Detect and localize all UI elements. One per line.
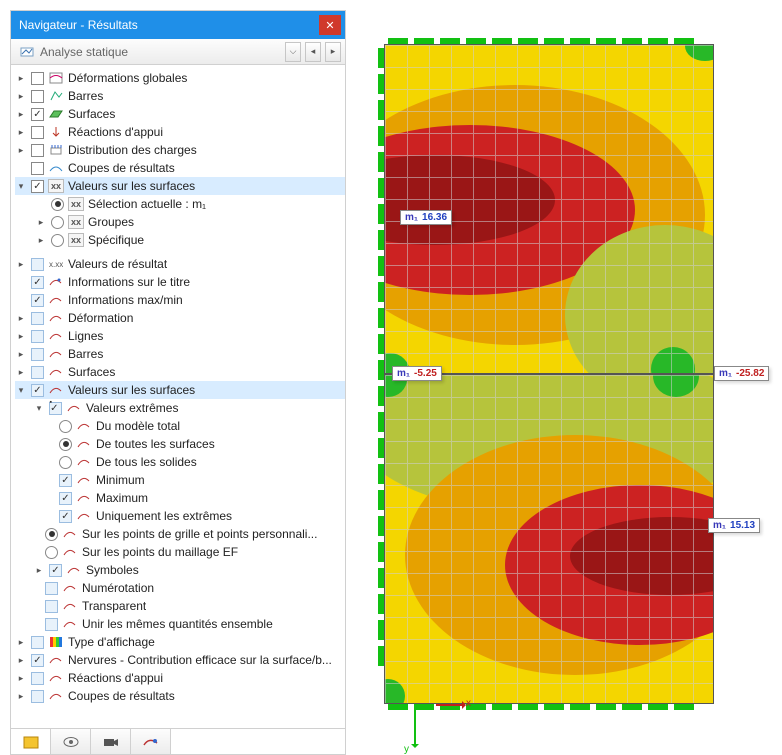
tree-item-vs2[interactable]: ▾✓Valeurs sur les surfaces	[15, 381, 345, 399]
tree-item-surfaces[interactable]: ▸✓ Surfaces	[15, 105, 345, 123]
tree-item-groupes[interactable]: ▸ xx Groupes	[15, 213, 345, 231]
surfaces-icon	[48, 107, 64, 121]
section-icon	[48, 161, 64, 175]
bottom-tabs	[11, 728, 345, 754]
collapse-icon[interactable]: ▾	[15, 181, 27, 192]
value-tag-bot: m₁ 15.13	[708, 518, 760, 533]
tree-item-result-sections[interactable]: Coupes de résultats	[15, 159, 345, 177]
tree-item[interactable]: De toutes les surfaces	[15, 435, 345, 453]
dropdown-icon	[20, 45, 34, 59]
camera-icon	[103, 736, 119, 748]
surface-1	[384, 44, 714, 374]
svg-text:x.xx: x.xx	[49, 260, 63, 269]
tree-item-specifique[interactable]: ▸ xx Spécifique	[15, 231, 345, 249]
tree-item[interactable]: ▸✓Nervures - Contribution efficace sur l…	[15, 651, 345, 669]
radio[interactable]	[51, 198, 64, 211]
expand-icon[interactable]: ▸	[15, 73, 27, 84]
tree-item[interactable]: ▸Lignes	[15, 327, 345, 345]
tree-item[interactable]: Sur les points de grille et points perso…	[15, 525, 345, 543]
tree-item[interactable]: ▸x.xxValeurs de résultat	[15, 255, 345, 273]
results-icon	[143, 736, 159, 748]
tree-item-load-distribution[interactable]: ▸ Distribution des charges	[15, 141, 345, 159]
value-tag-mid-left: m₁ -5.25	[392, 366, 442, 381]
titlebar: Navigateur - Résultats ✕	[11, 11, 345, 39]
axis-x	[436, 704, 464, 706]
tree-item[interactable]: Du modèle total	[15, 417, 345, 435]
reactions-icon	[48, 125, 64, 139]
tab-camera[interactable]	[91, 729, 131, 754]
tree-item[interactable]: ✓Informations max/min	[15, 291, 345, 309]
info-icon	[48, 275, 64, 289]
tab-results[interactable]	[131, 729, 171, 754]
load-dist-icon	[48, 143, 64, 157]
tree-item[interactable]: Transparent	[15, 597, 345, 615]
tree-item-barres[interactable]: ▸ Barres	[15, 87, 345, 105]
navigator-panel: Navigateur - Résultats ✕ Analyse statiqu…	[10, 10, 346, 755]
color-scale-icon	[48, 635, 64, 649]
results-tree[interactable]: ▸ Déformations globales ▸ Barres ▸✓ Surf…	[11, 65, 345, 728]
bars-icon	[48, 89, 64, 103]
tree-item-extremes[interactable]: ▾✓▪Valeurs extrêmes	[15, 399, 345, 417]
next-button[interactable]: ▸	[325, 42, 341, 62]
mode-label: Analyse statique	[40, 45, 128, 59]
tree-item[interactable]: ▸Coupes de résultats	[15, 687, 345, 705]
tree-item[interactable]: ▸Réactions d'appui	[15, 669, 345, 687]
tab-project[interactable]	[11, 729, 51, 754]
tree-item[interactable]: ✓Informations sur le titre	[15, 273, 345, 291]
value-tag-mid-right: m₁ -25.82	[714, 366, 769, 381]
tree-item[interactable]: ▸Type d'affichage	[15, 633, 345, 651]
tree-item[interactable]: ✓Minimum	[15, 471, 345, 489]
tree-item[interactable]: ▸✓Symboles	[15, 561, 345, 579]
tree-item[interactable]: ▸Barres	[15, 345, 345, 363]
tree-item-reactions[interactable]: ▸ Réactions d'appui	[15, 123, 345, 141]
dropdown-toggle[interactable]: ⌵	[285, 42, 301, 62]
tree-item[interactable]: De tous les solides	[15, 453, 345, 471]
surface-2	[384, 374, 714, 704]
tree-item[interactable]: ✓Maximum	[15, 489, 345, 507]
tree-item[interactable]: Unir les mêmes quantités ensemble	[15, 615, 345, 633]
axis-x-label: x	[466, 698, 471, 709]
model-canvas[interactable]: m₁ 16.36 m₁ -5.25 m₁ -25.82 m₁ 15.13 x y	[384, 44, 714, 714]
tree-item[interactable]: ✓Uniquement les extrêmes	[15, 507, 345, 525]
xx-icon: xx	[48, 179, 64, 193]
tree-item[interactable]: ▸Déformation	[15, 309, 345, 327]
value-tag-top: m₁ 16.36	[400, 210, 452, 225]
prev-button[interactable]: ◂	[305, 42, 321, 62]
eye-icon	[63, 736, 79, 748]
toolbar: Analyse statique ⌵ ◂ ▸	[11, 39, 345, 65]
tree-item[interactable]: Sur les points du maillage EF	[15, 543, 345, 561]
analysis-mode-dropdown[interactable]: Analyse statique	[15, 42, 281, 62]
tree-item[interactable]: ▸Surfaces	[15, 363, 345, 381]
axis-y	[414, 710, 416, 746]
deformation-icon	[48, 71, 64, 85]
tree-item-deformations[interactable]: ▸ Déformations globales	[15, 69, 345, 87]
tree-item-selection[interactable]: xx Sélection actuelle : m₁	[15, 195, 345, 213]
values-icon: x.xx	[48, 257, 64, 271]
window-title: Navigateur - Résultats	[19, 18, 138, 32]
tree-item-values-surfaces[interactable]: ▾ ✓ xx Valeurs sur les surfaces	[15, 177, 345, 195]
checkbox[interactable]	[31, 72, 44, 85]
axis-y-label: y	[404, 744, 409, 755]
close-button[interactable]: ✕	[319, 15, 341, 35]
tab-views[interactable]	[51, 729, 91, 754]
tree-item[interactable]: Numérotation	[15, 579, 345, 597]
